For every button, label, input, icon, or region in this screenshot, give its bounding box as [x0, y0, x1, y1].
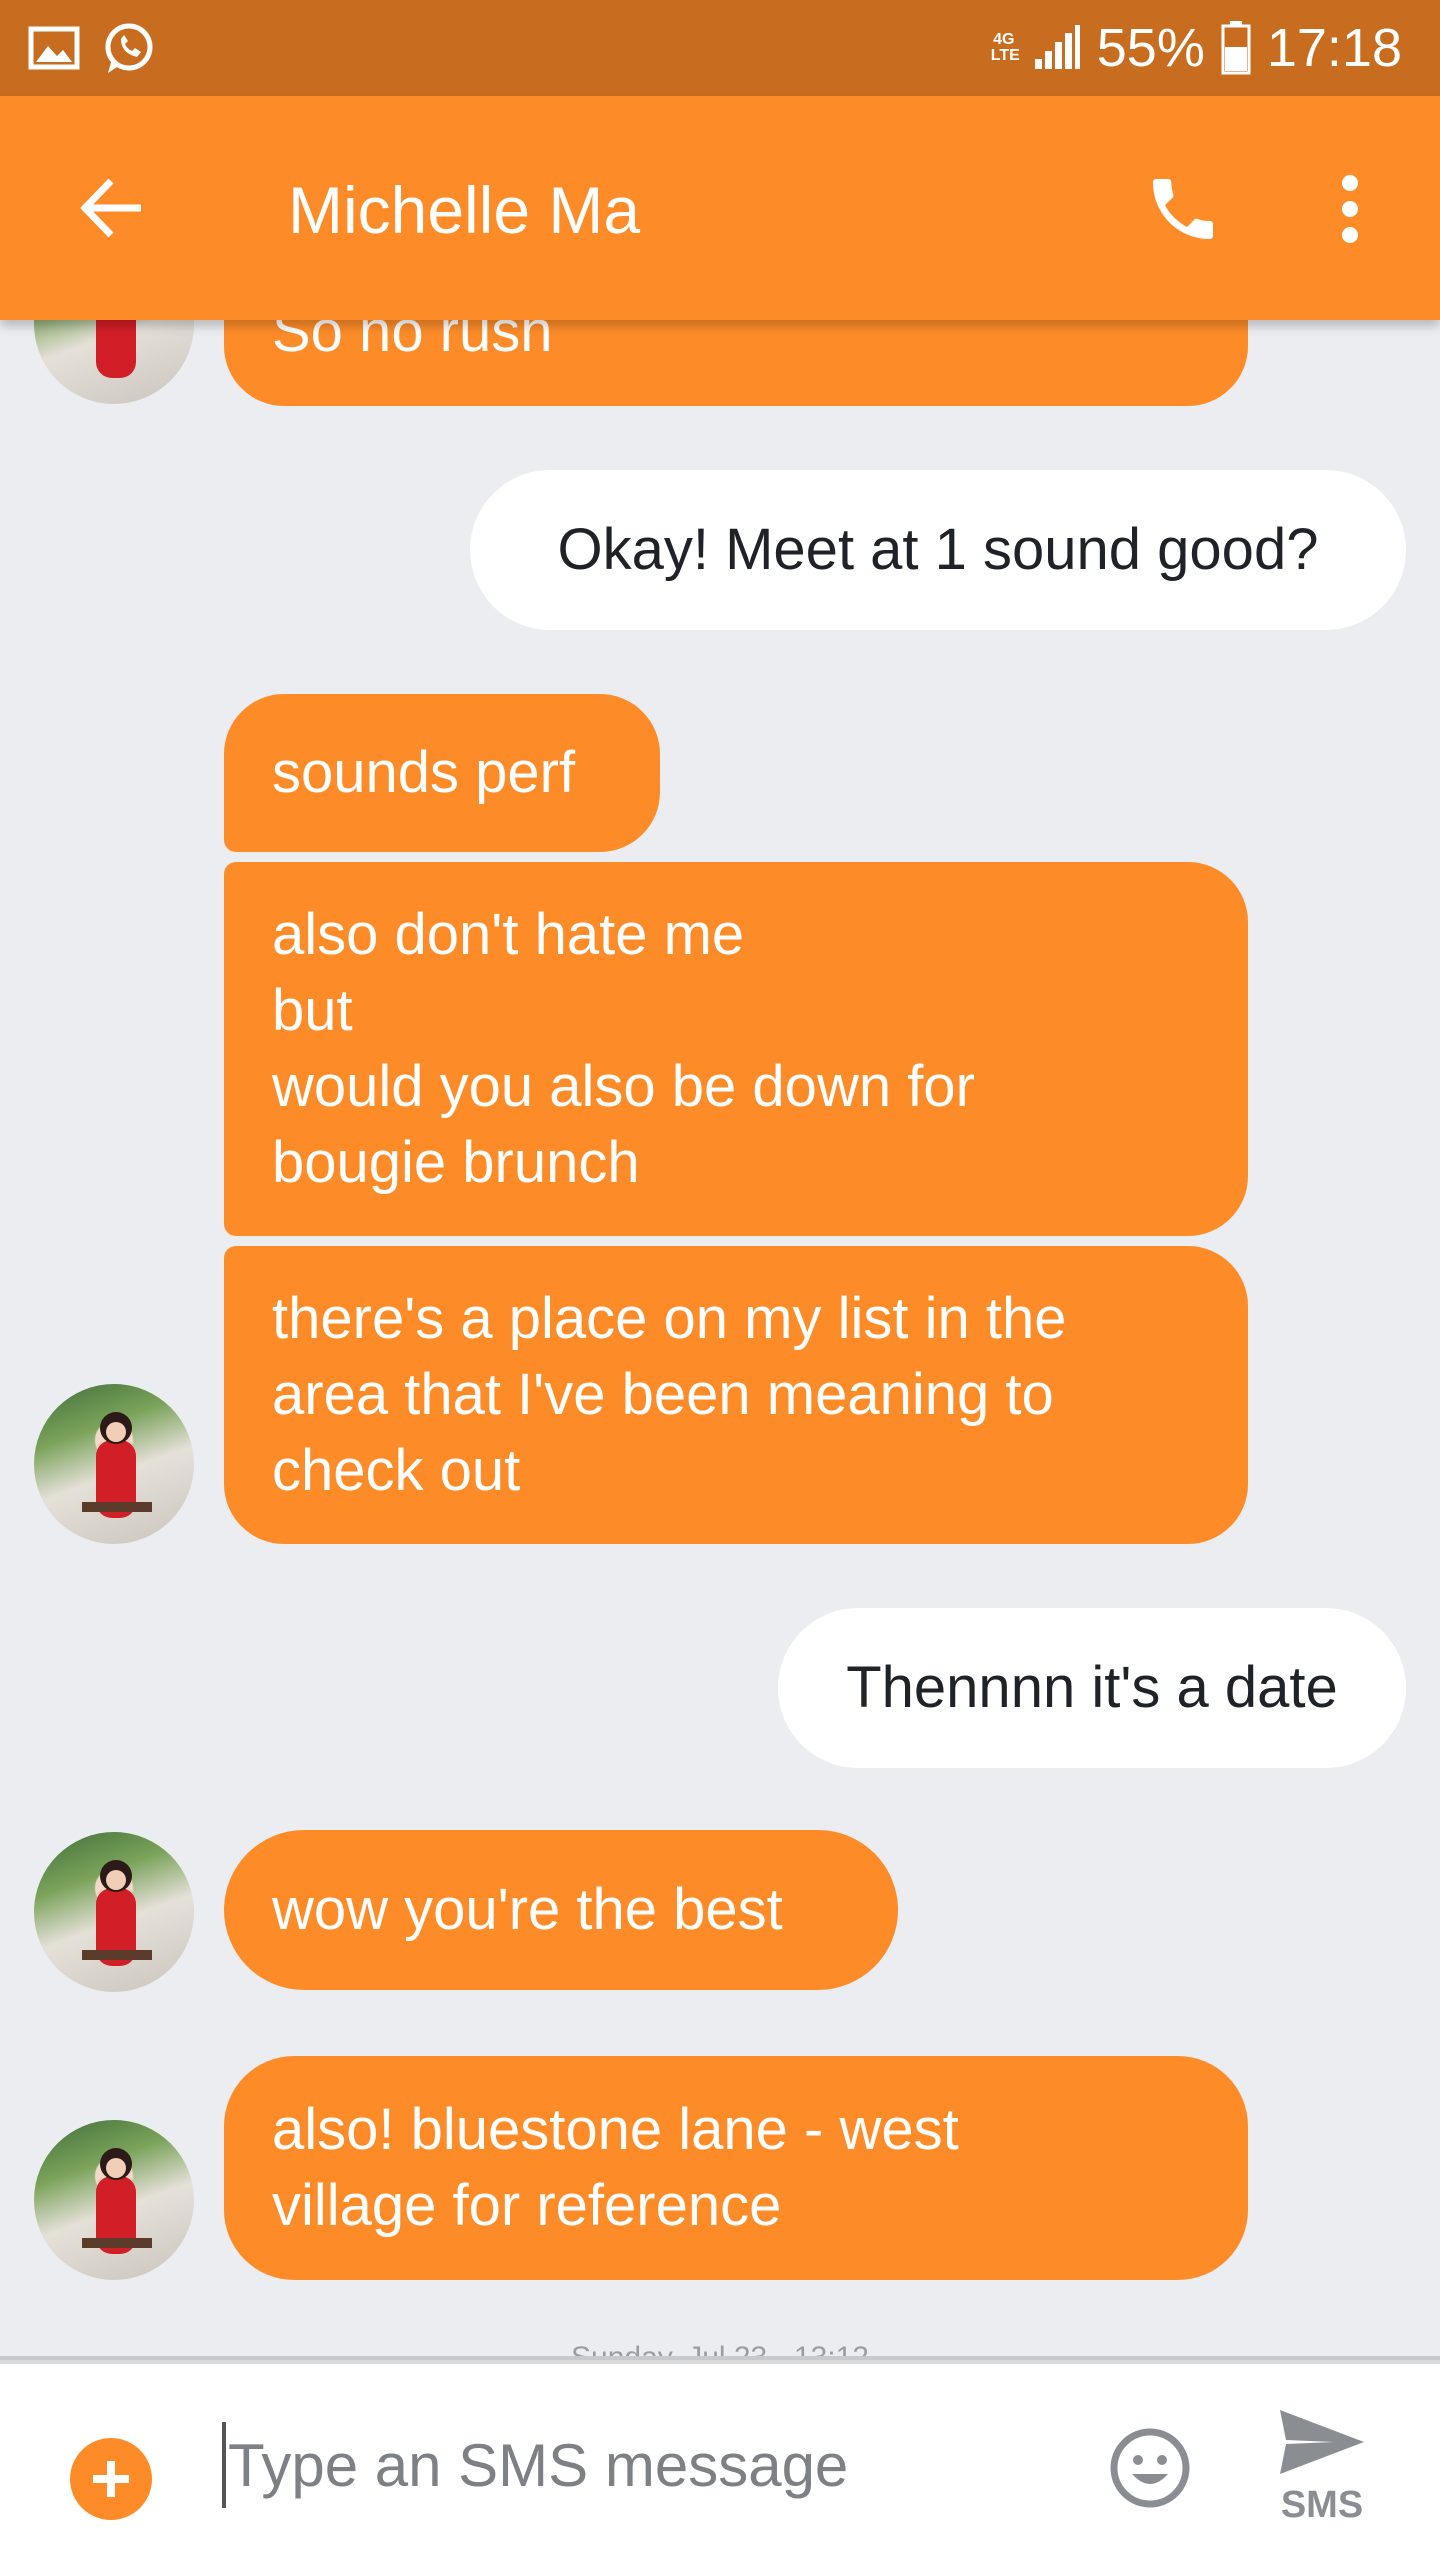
add-attachment-button[interactable]	[70, 2438, 152, 2520]
message-text: there's a place on my list in the area t…	[272, 1286, 1067, 1503]
image-notification-icon	[28, 26, 80, 70]
message-text: Okay! Meet at 1 sound good?	[557, 517, 1319, 582]
message-text: So no rush	[272, 320, 553, 364]
message-text: also! bluestone lane - west village for …	[272, 2097, 959, 2238]
send-sms-button[interactable]: SMS	[1262, 2404, 1382, 2544]
more-vert-icon	[1342, 175, 1358, 243]
conversation[interactable]: So no rush Okay! Meet at 1 sound good? s…	[0, 320, 1440, 2360]
plus-icon	[93, 2461, 129, 2497]
sms-message-input[interactable]	[226, 2410, 1066, 2520]
lte-icon: 4G LTE	[990, 31, 1020, 64]
send-icon	[1280, 2410, 1364, 2474]
emoji-icon	[1110, 2428, 1190, 2508]
message-bubble-outgoing[interactable]: Okay! Meet at 1 sound good?	[470, 470, 1406, 630]
message-bubble-incoming[interactable]: also don't hate me but would you also be…	[224, 862, 1248, 1236]
emoji-button[interactable]	[1108, 2426, 1192, 2510]
phone-icon	[1153, 179, 1213, 239]
more-options-button[interactable]	[1310, 164, 1390, 254]
contact-avatar[interactable]	[34, 1384, 194, 1544]
clock: 17:18	[1266, 18, 1402, 78]
contact-avatar[interactable]	[34, 320, 194, 404]
contact-avatar[interactable]	[34, 1832, 194, 1992]
composer: SMS	[0, 2360, 1440, 2560]
date-divider-label: Sunday, Jul 23 · 13:12	[0, 2336, 1440, 2356]
message-bubble-incoming[interactable]: sounds perf	[224, 694, 660, 852]
back-button[interactable]	[70, 166, 154, 250]
message-text: Thennnn it's a date	[846, 1655, 1338, 1720]
arrow-back-icon	[80, 178, 141, 238]
message-bubble-incoming[interactable]: there's a place on my list in the area t…	[224, 1246, 1248, 1544]
whatsapp-icon	[102, 21, 156, 75]
send-label: SMS	[1280, 2484, 1364, 2526]
message-text: wow you're the best	[272, 1877, 783, 1942]
contact-avatar[interactable]	[34, 2120, 194, 2280]
app-bar: Michelle Ma	[0, 96, 1440, 320]
signal-icon	[1033, 25, 1081, 71]
battery-icon	[1221, 21, 1251, 75]
battery-percent: 55%	[1096, 18, 1205, 78]
status-bar: 4G LTE 55% 17:18	[0, 0, 1440, 96]
message-bubble-incoming[interactable]: wow you're the best	[224, 1830, 898, 1990]
conversation-title: Michelle Ma	[288, 173, 641, 247]
message-bubble-incoming[interactable]: So no rush	[224, 320, 1248, 406]
message-text: also don't hate me but would you also be…	[272, 902, 975, 1195]
message-text: sounds perf	[272, 740, 576, 805]
message-bubble-incoming[interactable]: also! bluestone lane - west village for …	[224, 2056, 1248, 2280]
message-bubble-outgoing[interactable]: Thennnn it's a date	[778, 1608, 1406, 1768]
call-button[interactable]	[1138, 164, 1228, 254]
